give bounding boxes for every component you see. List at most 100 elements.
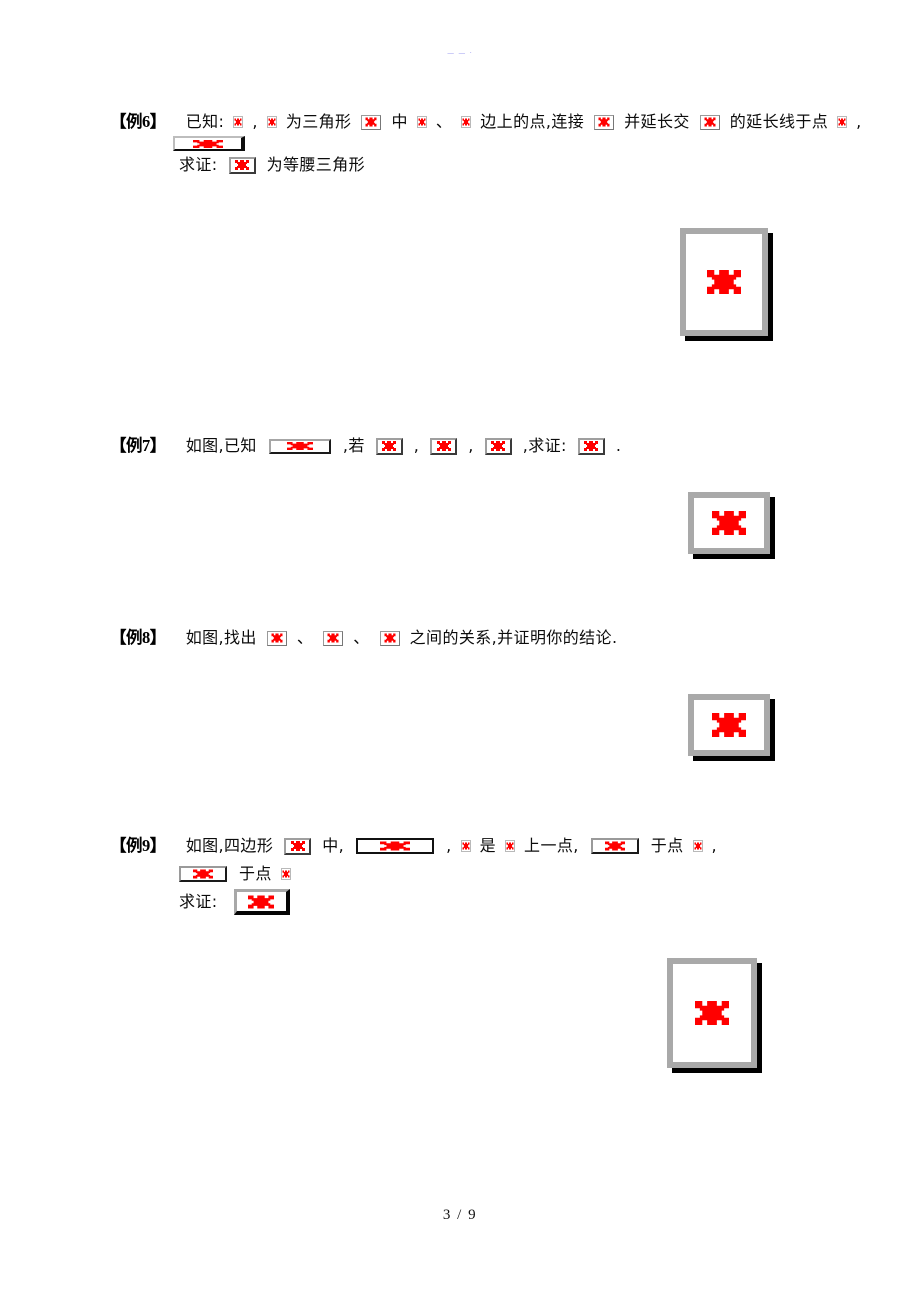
problem-text: 如图,已知 bbox=[185, 436, 257, 455]
problem-line: 【例8】 如图,找出 、 、 之间的关系,并证明你的结论. bbox=[110, 624, 910, 652]
broken-image-icon bbox=[361, 114, 382, 130]
broken-image-icon bbox=[692, 840, 703, 852]
problem-text: 上一点, bbox=[524, 836, 579, 855]
problem-text: 如图,找出 bbox=[185, 628, 257, 647]
broken-image-x-glyph bbox=[418, 118, 426, 126]
problem-text: 并延长交 bbox=[624, 112, 690, 131]
problem-text: , bbox=[856, 112, 862, 131]
broken-image-icon bbox=[594, 114, 615, 130]
broken-image-icon bbox=[323, 630, 344, 646]
problem-label: 【例6】 bbox=[110, 112, 166, 131]
broken-image-x-glyph bbox=[695, 1001, 729, 1025]
problem-text: 如图,四边形 bbox=[185, 836, 274, 855]
broken-image-icon bbox=[268, 438, 331, 454]
problem-text: 为三角形 bbox=[285, 112, 352, 131]
broken-image-x-glyph bbox=[234, 118, 242, 126]
broken-image-icon bbox=[266, 630, 287, 646]
broken-image-icon bbox=[460, 840, 471, 852]
broken-image-x-glyph bbox=[290, 841, 305, 851]
problem-text: 中 bbox=[391, 112, 408, 131]
problem-line: 【例7】 如图,已知 ,若,, ,求证:. bbox=[110, 432, 910, 460]
problem-line: 【例6】 已知:, 为三角形 中 、 边上的点,连接 并延长交 的延长线于点, bbox=[110, 108, 910, 136]
broken-figure-image bbox=[688, 492, 770, 554]
problem-line: 于点 bbox=[110, 860, 910, 888]
problem-line: 【例9】 如图,四边形 中,, 是 上一点, 于点, bbox=[110, 832, 910, 860]
broken-image-x-glyph bbox=[268, 118, 276, 126]
broken-image-icon bbox=[284, 837, 312, 855]
problem-text: 求证: bbox=[179, 155, 218, 174]
broken-image-icon bbox=[280, 868, 291, 880]
broken-image-x-glyph bbox=[380, 841, 411, 851]
broken-image-icon bbox=[590, 838, 639, 854]
problem-label: 【例9】 bbox=[110, 836, 166, 855]
broken-image-icon bbox=[266, 116, 277, 128]
problem-text: , bbox=[413, 436, 420, 455]
problem-text: 于点 bbox=[239, 864, 272, 883]
broken-image-x-glyph bbox=[598, 117, 610, 127]
problem-text: 边上的点,连接 bbox=[480, 112, 585, 131]
broken-image-x-glyph bbox=[838, 118, 846, 126]
broken-image-x-glyph bbox=[327, 633, 339, 643]
broken-image-x-glyph bbox=[193, 869, 213, 879]
broken-image-x-glyph bbox=[491, 441, 506, 451]
problem-text: , bbox=[711, 836, 718, 855]
problem-text: 、 bbox=[435, 112, 453, 131]
broken-image-x-glyph bbox=[707, 270, 741, 294]
broken-image-x-glyph bbox=[193, 139, 223, 148]
problem-text: 于点 bbox=[650, 836, 684, 855]
broken-image-x-glyph bbox=[365, 117, 377, 127]
problem-text: 的延长线于点 bbox=[729, 112, 829, 131]
problem-text: ,求证: bbox=[522, 436, 567, 455]
broken-image-icon bbox=[173, 136, 245, 151]
broken-image-x-glyph bbox=[584, 441, 599, 451]
problem-block: 【例9】 如图,四边形 中,, 是 上一点, 于点, 于点 求证: bbox=[110, 832, 910, 916]
broken-figure-image bbox=[680, 228, 768, 336]
problem-text: , bbox=[252, 112, 258, 131]
broken-image-x-glyph bbox=[248, 895, 275, 908]
broken-image-x-glyph bbox=[712, 511, 746, 535]
broken-image-icon bbox=[837, 116, 848, 128]
broken-figure-image bbox=[688, 694, 770, 756]
broken-image-icon bbox=[228, 156, 256, 174]
problem-text: 、 bbox=[353, 628, 370, 647]
problem-text: ,若 bbox=[342, 436, 365, 455]
problem-text: 为等腰三角形 bbox=[266, 155, 365, 174]
page-header: — — · bbox=[447, 49, 473, 57]
problem-line: 求证: bbox=[110, 888, 910, 916]
broken-image-x-glyph bbox=[694, 842, 702, 850]
broken-image-icon bbox=[430, 437, 458, 455]
broken-figure-image bbox=[667, 958, 757, 1068]
problem-label: 【例8】 bbox=[110, 628, 166, 647]
broken-image-icon bbox=[356, 838, 435, 854]
broken-image-icon bbox=[179, 866, 227, 882]
broken-image-x-glyph bbox=[506, 842, 514, 850]
broken-image-x-glyph bbox=[462, 842, 470, 850]
problem-block: 【例8】 如图,找出 、 、 之间的关系,并证明你的结论. bbox=[110, 624, 910, 652]
broken-image-x-glyph bbox=[604, 841, 625, 851]
broken-image-x-glyph bbox=[436, 441, 451, 451]
broken-image-x-glyph bbox=[271, 633, 283, 643]
broken-image-icon bbox=[233, 889, 290, 915]
broken-image-icon bbox=[484, 437, 512, 455]
problem-text: . bbox=[615, 436, 622, 455]
broken-image-x-glyph bbox=[235, 160, 250, 170]
broken-image-x-glyph bbox=[462, 118, 470, 126]
broken-image-x-glyph bbox=[712, 713, 746, 737]
problem-text: 求证: bbox=[179, 892, 218, 911]
broken-image-icon bbox=[461, 116, 472, 128]
problem-text: 、 bbox=[296, 628, 314, 647]
broken-image-icon bbox=[577, 437, 605, 455]
page-number: 3 / 9 bbox=[442, 1207, 478, 1223]
broken-image-x-glyph bbox=[286, 442, 313, 450]
problem-text: 之间的关系,并证明你的结论. bbox=[409, 628, 618, 647]
problem-label: 【例7】 bbox=[110, 436, 166, 455]
broken-image-icon bbox=[505, 840, 516, 852]
problem-text: 中, bbox=[322, 836, 345, 855]
problem-text: , bbox=[446, 836, 452, 855]
problem-block: 【例7】 如图,已知 ,若,, ,求证:. bbox=[110, 432, 910, 460]
broken-image-x-glyph bbox=[282, 870, 290, 878]
problem-text: , bbox=[468, 436, 474, 455]
broken-image-icon bbox=[416, 116, 427, 128]
broken-image-icon bbox=[699, 114, 720, 130]
problem-line bbox=[110, 136, 910, 151]
